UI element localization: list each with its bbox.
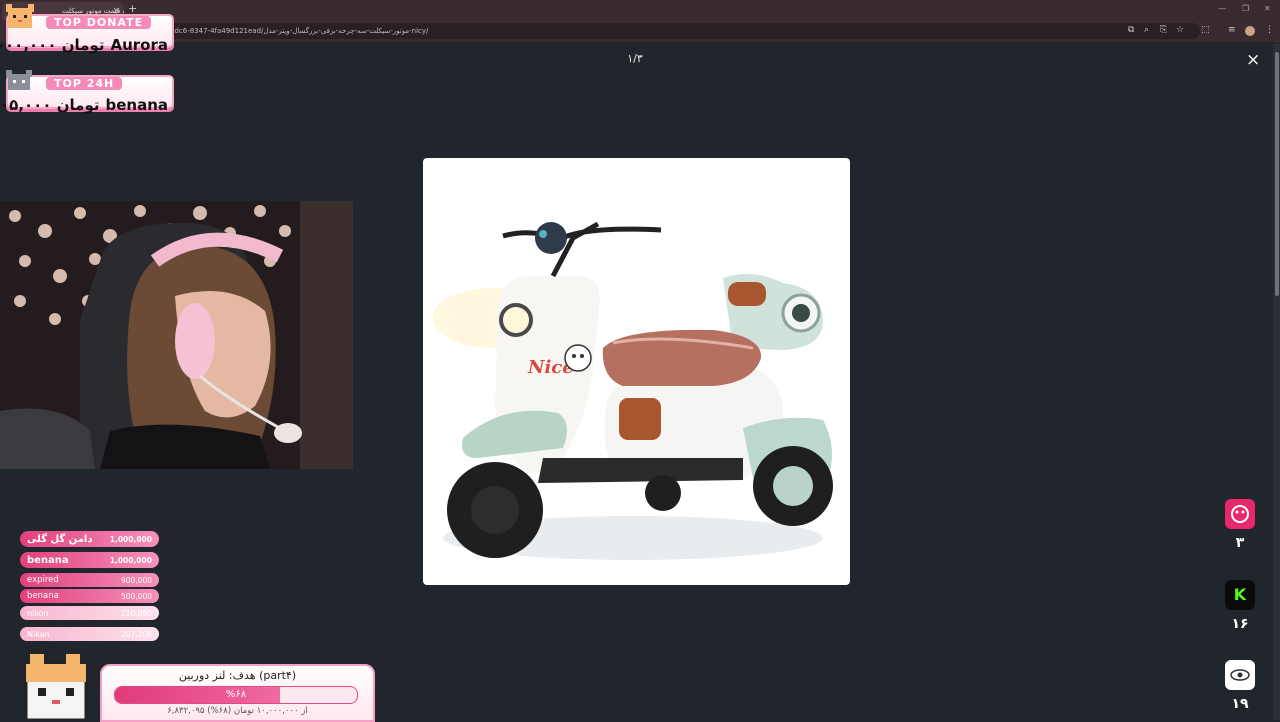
leaderboard-amount: 210,000	[120, 608, 152, 618]
product-image: Nice	[423, 158, 850, 585]
leaderboard-row: benana 1,000,000	[20, 552, 159, 568]
window-close-icon[interactable]: ✕	[1264, 4, 1271, 13]
webcam-feed	[0, 201, 353, 469]
leaderboard-name: دامن گل گلی	[27, 533, 93, 545]
goal-title: هدف: لنز دوربین (part۴)	[178, 669, 297, 682]
restore-icon[interactable]: ❐	[1242, 4, 1249, 13]
viewers-eye-icon	[1225, 660, 1255, 690]
leaderboard-amount: 1,000,000	[109, 555, 152, 565]
kick-icon: K	[1225, 580, 1255, 610]
cat-goal-mascot-icon	[24, 654, 88, 720]
leaderboard-row: expired 900,000	[20, 573, 159, 587]
goal-subtitle: ۶,۸۳۲,۰۹۵ از ۱۰,۰۰۰,۰۰۰ تومان (۶۸%)	[167, 706, 308, 716]
media-icon[interactable]: ≡	[1228, 25, 1236, 35]
kick-letter: K	[1233, 585, 1247, 604]
leaderboard-name: expired	[27, 575, 59, 585]
image-counter: ۱/۳	[627, 52, 643, 65]
leaderboard-name: benana	[27, 591, 59, 601]
leaderboard-name: benana	[27, 554, 69, 566]
zoom-icon[interactable]: ⌕	[1144, 25, 1149, 35]
goal-percent: %۶۸	[225, 689, 247, 700]
top-24h-label: TOP 24H	[46, 77, 123, 90]
top-24h-line: ۱,۱۰۵,۰۰۰ تومان benana	[0, 96, 168, 114]
donation-icon	[1225, 499, 1255, 529]
top-donate-label: TOP DONATE	[46, 16, 152, 29]
extensions-icon[interactable]: ⬚	[1201, 25, 1210, 35]
viewer-count: ۱۹	[1231, 696, 1249, 712]
leaderboard-row: دامن گل گلی 1,000,000	[20, 531, 159, 547]
leaderboard-amount: 500,000	[120, 591, 152, 601]
leaderboard-amount: 207,208	[120, 629, 152, 639]
gray-cat-icon	[6, 70, 32, 90]
address-bar[interactable]: 4dc6-8347-4fa49d121ead/موتور-سیکلت-سه-چر…	[120, 23, 1200, 39]
donation-count: ۳	[1235, 535, 1245, 551]
minimize-icon[interactable]: —	[1218, 4, 1226, 13]
leaderboard-amount: 900,000	[120, 575, 152, 585]
donation-goal-widget: هدف: لنز دوربین (part۴) %۶۸ ۶,۸۳۲,۰۹۵ از…	[100, 664, 375, 722]
leaderboard-name: Nikan	[27, 629, 50, 639]
top-donate-line: ۴,۰۰۰,۰۰۰ تومان Aurora	[0, 36, 168, 54]
goal-progress-bar: %۶۸	[114, 686, 358, 704]
scrollbar-thumb[interactable]	[1275, 52, 1279, 296]
leaderboard-amount: 1,000,000	[109, 534, 152, 544]
profile-avatar[interactable]	[1245, 26, 1255, 36]
lightbox-close-button[interactable]: ×	[1246, 50, 1260, 70]
leaderboard-name: nikon	[27, 608, 49, 618]
leaderboard-row: Nikan 207,208	[20, 627, 159, 641]
url-text: 4dc6-8347-4fa49d121ead/موتور-سیکلت-سه-چر…	[170, 27, 429, 35]
tab-strip	[0, 0, 1280, 20]
translate-icon[interactable]: ⧉	[1128, 25, 1134, 35]
top-donate-amount: ۴,۰۰۰,۰۰۰ تومان	[0, 36, 105, 54]
streamer-video	[0, 201, 353, 469]
leaderboard-row: benana 500,000	[20, 589, 159, 603]
menu-kebab-icon[interactable]: ⋮	[1265, 25, 1274, 35]
kick-count: ۱۶	[1231, 616, 1249, 632]
scooter-image: Nice	[433, 221, 833, 560]
bookmark-star-icon[interactable]: ☆	[1176, 25, 1184, 35]
leaderboard-row: nikon 210,000	[20, 606, 159, 620]
top-donate-name: Aurora	[110, 36, 168, 54]
install-app-icon[interactable]: ⎘	[1160, 25, 1167, 35]
top-24h-amount: ۱,۱۰۵,۰۰۰ تومان	[0, 96, 100, 114]
top-24h-name: benana	[105, 96, 168, 114]
cat-mascot-icon	[6, 4, 34, 28]
